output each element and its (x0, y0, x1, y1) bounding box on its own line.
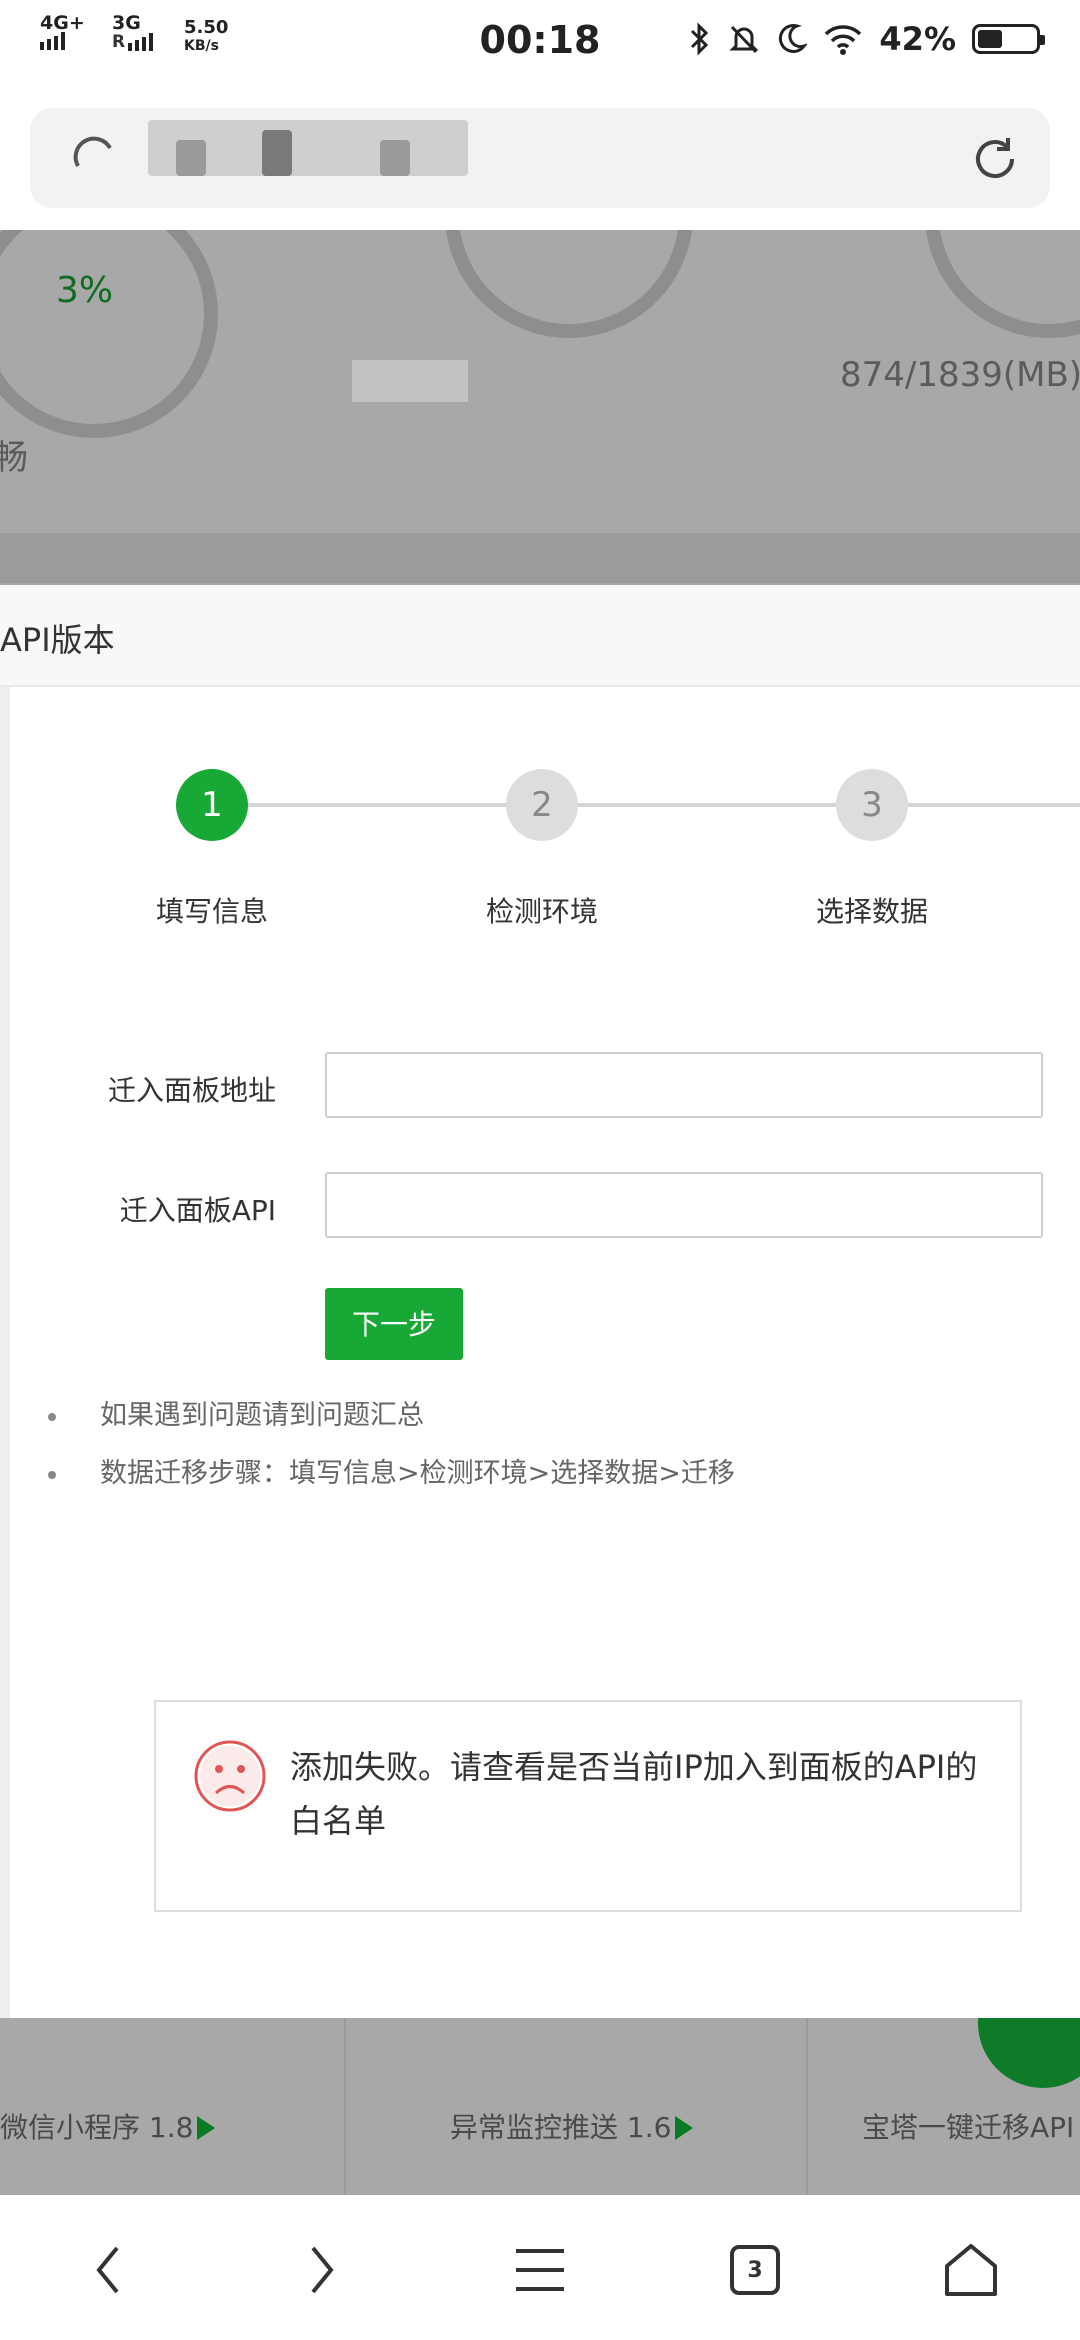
memory-usage-text: 874/1839(MB) (840, 355, 1080, 395)
step-connector (908, 803, 1080, 807)
home-button[interactable] (926, 2225, 1016, 2315)
tabs-button[interactable]: 3 (710, 2225, 800, 2315)
error-message-box: 添加失败。请查看是否当前IP加入到面板的API的白名单 (154, 1700, 1022, 1912)
bottom-item-migrate: 宝塔一键迁移API (808, 1958, 1080, 2195)
error-message-text: 添加失败。请查看是否当前IP加入到面板的API的白名单 (290, 1748, 978, 1840)
sad-face-icon (194, 1740, 266, 1812)
step-connector (248, 803, 508, 807)
blurred-url-part (262, 130, 292, 176)
modal-edge (0, 687, 10, 2018)
menu-button[interactable] (495, 2225, 585, 2315)
bullet (48, 1412, 56, 1421)
loading-spinner-icon (73, 136, 112, 167)
tip-problem-link[interactable]: 如果遇到问题请到问题汇总 (100, 1400, 424, 1431)
browser-bottom-nav: 3 (0, 2195, 1080, 2340)
tabs-icon: 3 (730, 2245, 780, 2295)
battery-icon (972, 24, 1045, 54)
bluetooth-icon (691, 22, 709, 56)
back-button[interactable] (62, 2225, 152, 2315)
step-1-label: 填写信息 (155, 895, 268, 928)
menu-icon (516, 2249, 564, 2291)
status-bar: 4G+ 3G R 5.50 KB/s 00:18 42% (0, 0, 1080, 90)
tip-migration-steps: 数据迁移步骤：填写信息>检测环境>选择数据>迁移 (100, 1458, 735, 1489)
modal-header: API版本 (0, 585, 1080, 687)
load-gauge (445, 230, 693, 338)
step-connector (578, 803, 838, 807)
bell-muted-icon (729, 25, 760, 54)
step-1-indicator: 1 (176, 769, 248, 841)
status-icons: 42% (689, 20, 1045, 58)
bottom-item-label: 异常监控推送 1.6 (450, 2106, 694, 2146)
wifi-icon (825, 25, 862, 55)
panel-address-label: 迁入面板地址 (107, 1074, 276, 1107)
background-divider (0, 533, 1080, 583)
cpu-gauge (0, 230, 218, 438)
step-3-indicator: 3 (836, 769, 908, 841)
memory-gauge (925, 230, 1080, 338)
background-text-fragment: 畅 (0, 438, 28, 478)
step-2-label: 检测环境 (485, 895, 598, 928)
bottom-item-wechat: 微信小程序 1.8 (0, 2018, 346, 2195)
gauge-value: 3% (56, 270, 114, 311)
blurred-url-part (176, 140, 206, 176)
reload-icon[interactable] (968, 132, 1022, 186)
play-icon (197, 2116, 216, 2140)
chevron-right-icon (311, 2246, 334, 2294)
forward-button[interactable] (278, 2225, 368, 2315)
home-icon (945, 2244, 997, 2296)
bottom-item-label: 宝塔一键迁移API (862, 2111, 1075, 2144)
panel-api-input[interactable] (325, 1172, 1043, 1238)
bottom-item-label: 微信小程序 1.8 (0, 2106, 216, 2146)
blurred-label (352, 360, 468, 402)
bullet (48, 1470, 56, 1479)
step-2-indicator: 2 (506, 769, 578, 841)
moon-icon (779, 24, 808, 53)
battery-percent: 42% (879, 20, 956, 58)
migration-modal: API版本 1 2 3 填写信息 检测环境 选择数据 迁入面板地址 迁入面板AP… (0, 585, 1080, 2018)
panel-address-input[interactable] (325, 1052, 1043, 1118)
step-3-label: 选择数据 (815, 895, 928, 928)
blurred-url-part (380, 140, 410, 176)
next-step-button[interactable]: 下一步 (325, 1288, 463, 1360)
panel-api-label: 迁入面板API (119, 1194, 276, 1227)
play-icon (675, 2116, 694, 2140)
chevron-left-icon (96, 2246, 119, 2294)
tip-item: 数据迁移步骤：填写信息>检测环境>选择数据>迁移 (48, 1451, 735, 1490)
tip-item: 如果遇到问题请到问题汇总 (48, 1393, 424, 1432)
modal-title: API版本 (0, 621, 115, 659)
bottom-item-monitor: 异常监控推送 1.6 (346, 2018, 808, 2195)
